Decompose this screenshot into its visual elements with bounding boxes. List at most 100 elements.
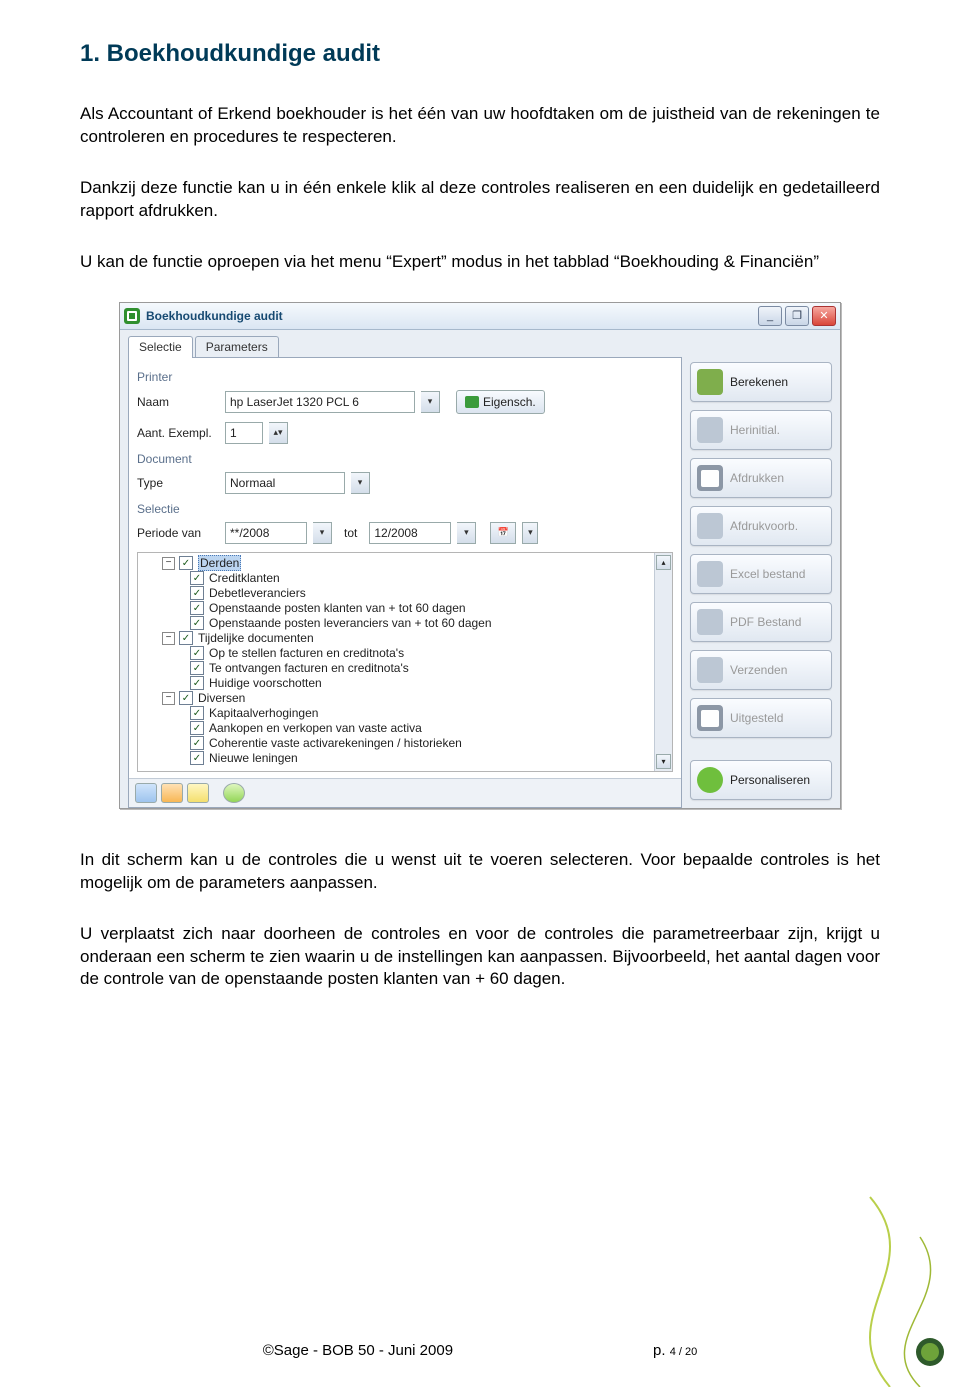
verzenden-button[interactable]: Verzenden: [690, 650, 832, 690]
checkbox[interactable]: ✓: [190, 736, 204, 750]
actions-column: Berekenen Herinitial. Afdrukken Afdrukvo…: [686, 330, 840, 808]
exempl-field[interactable]: 1: [225, 422, 263, 444]
periode-to-field[interactable]: 12/2008: [369, 522, 451, 544]
checkbox[interactable]: ✓: [190, 646, 204, 660]
tree-node-derden[interactable]: Derden: [198, 555, 241, 571]
checkbox[interactable]: ✓: [190, 751, 204, 765]
bottom-toolbar: [129, 778, 681, 807]
toolbar-refresh-button[interactable]: [223, 783, 245, 803]
tree-item[interactable]: Coherentie vaste activarekeningen / hist…: [209, 736, 462, 750]
uitgesteld-button[interactable]: Uitgesteld: [690, 698, 832, 738]
paragraph: In dit scherm kan u de controles die u w…: [80, 849, 880, 895]
checkbox[interactable]: ✓: [190, 721, 204, 735]
dialog-title: Boekhoudkundige audit: [146, 309, 283, 323]
section-selectie-label: Selectie: [137, 502, 673, 516]
herinit-button[interactable]: Herinitial.: [690, 410, 832, 450]
tree-scrollbar[interactable]: ▴ ▾: [654, 553, 672, 771]
tree-item[interactable]: Kapitaalverhogingen: [209, 706, 318, 720]
tab-parameters[interactable]: Parameters: [195, 336, 279, 358]
printer-icon: [697, 465, 723, 491]
excel-button[interactable]: Excel bestand: [690, 554, 832, 594]
checkbox[interactable]: ✓: [190, 706, 204, 720]
label-aant-exempl: Aant. Exempl.: [137, 426, 219, 440]
eigensch-label: Eigensch.: [483, 395, 536, 409]
page-heading: 1. Boekhoudkundige audit: [80, 40, 880, 68]
periode-to-dropdown[interactable]: ▾: [457, 522, 476, 544]
expand-icon[interactable]: −: [162, 692, 175, 705]
checkbox[interactable]: ✓: [179, 556, 193, 570]
tree-item[interactable]: Nieuwe leningen: [209, 751, 298, 765]
preview-icon: [697, 513, 723, 539]
controls-tree: −✓Derden ✓Creditklanten ✓Debetleverancie…: [137, 552, 673, 772]
periode-from-dropdown[interactable]: ▾: [313, 522, 332, 544]
checkbox[interactable]: ✓: [190, 616, 204, 630]
exempl-spinner[interactable]: ▴▾: [269, 422, 288, 444]
dialog-titlebar: Boekhoudkundige audit _ ❐ ✕: [120, 303, 840, 330]
tree-node-diversen[interactable]: Diversen: [198, 691, 245, 705]
eigensch-button[interactable]: Eigensch.: [456, 390, 545, 414]
tree-item[interactable]: Huidige voorschotten: [209, 676, 322, 690]
tree-item[interactable]: Creditklanten: [209, 571, 280, 585]
type-field[interactable]: Normaal: [225, 472, 345, 494]
expand-icon[interactable]: −: [162, 632, 175, 645]
calendar-button[interactable]: 📅: [490, 522, 516, 544]
label-periode: Periode van: [137, 526, 219, 540]
scroll-down-icon[interactable]: ▾: [656, 754, 671, 769]
pdf-icon: [697, 609, 723, 635]
personaliseren-label: Personaliseren: [730, 773, 810, 787]
toolbar-button[interactable]: [161, 783, 183, 803]
checkbox[interactable]: ✓: [179, 631, 193, 645]
printer-dropdown-button[interactable]: ▾: [421, 391, 440, 413]
window-restore-button[interactable]: ❐: [785, 306, 809, 326]
toolbar-button[interactable]: [135, 783, 157, 803]
afdrukken-label: Afdrukken: [730, 471, 784, 485]
afdrukken-button[interactable]: Afdrukken: [690, 458, 832, 498]
calendar-dropdown[interactable]: ▾: [522, 522, 538, 544]
paragraph: U kan de functie oproepen via het menu “…: [80, 251, 880, 274]
gear-icon: [697, 369, 723, 395]
periode-from-field[interactable]: **/2008: [225, 522, 307, 544]
afdrukvoorb-label: Afdrukvoorb.: [730, 519, 798, 533]
tree-item[interactable]: Op te stellen facturen en creditnota's: [209, 646, 404, 660]
toolbar-button[interactable]: [187, 783, 209, 803]
tree-node-tijdelijke[interactable]: Tijdelijke documenten: [198, 631, 314, 645]
tree-item[interactable]: Openstaande posten klanten van + tot 60 …: [209, 601, 466, 615]
checkbox[interactable]: ✓: [190, 571, 204, 585]
send-icon: [697, 657, 723, 683]
pdf-button[interactable]: PDF Bestand: [690, 602, 832, 642]
verzenden-label: Verzenden: [730, 663, 787, 677]
eraser-icon: [697, 417, 723, 443]
scroll-up-icon[interactable]: ▴: [656, 555, 671, 570]
section-document-label: Document: [137, 452, 673, 466]
type-dropdown-button[interactable]: ▾: [351, 472, 370, 494]
checkbox[interactable]: ✓: [179, 691, 193, 705]
excel-icon: [697, 561, 723, 587]
expand-icon[interactable]: −: [162, 557, 175, 570]
printer-icon: [697, 705, 723, 731]
berekenen-label: Berekenen: [730, 375, 788, 389]
checkbox[interactable]: ✓: [190, 601, 204, 615]
uitgesteld-label: Uitgesteld: [730, 711, 783, 725]
footer-copyright: ©Sage - BOB 50 - Juni 2009: [263, 1342, 453, 1359]
tab-selectie[interactable]: Selectie: [128, 336, 193, 358]
label-tot: tot: [344, 526, 357, 540]
afdrukvoorb-button[interactable]: Afdrukvoorb.: [690, 506, 832, 546]
checkbox[interactable]: ✓: [190, 586, 204, 600]
window-close-button[interactable]: ✕: [812, 306, 836, 326]
printer-name-field[interactable]: hp LaserJet 1320 PCL 6: [225, 391, 415, 413]
checkbox[interactable]: ✓: [190, 661, 204, 675]
label-type: Type: [137, 476, 219, 490]
tree-item[interactable]: Openstaande posten leveranciers van + to…: [209, 616, 492, 630]
app-icon: [124, 308, 140, 324]
excel-label: Excel bestand: [730, 567, 805, 581]
paragraph: U verplaatst zich naar doorheen de contr…: [80, 923, 880, 992]
tree-item[interactable]: Te ontvangen facturen en creditnota's: [209, 661, 409, 675]
berekenen-button[interactable]: Berekenen: [690, 362, 832, 402]
personaliseren-button[interactable]: Personaliseren: [690, 760, 832, 800]
screenshot-dialog: Boekhoudkundige audit _ ❐ ✕ Selectie Par…: [119, 302, 841, 809]
checkbox[interactable]: ✓: [190, 676, 204, 690]
tree-item[interactable]: Aankopen en verkopen van vaste activa: [209, 721, 422, 735]
window-minimize-button[interactable]: _: [758, 306, 782, 326]
label-naam: Naam: [137, 395, 219, 409]
tree-item[interactable]: Debetleveranciers: [209, 586, 306, 600]
